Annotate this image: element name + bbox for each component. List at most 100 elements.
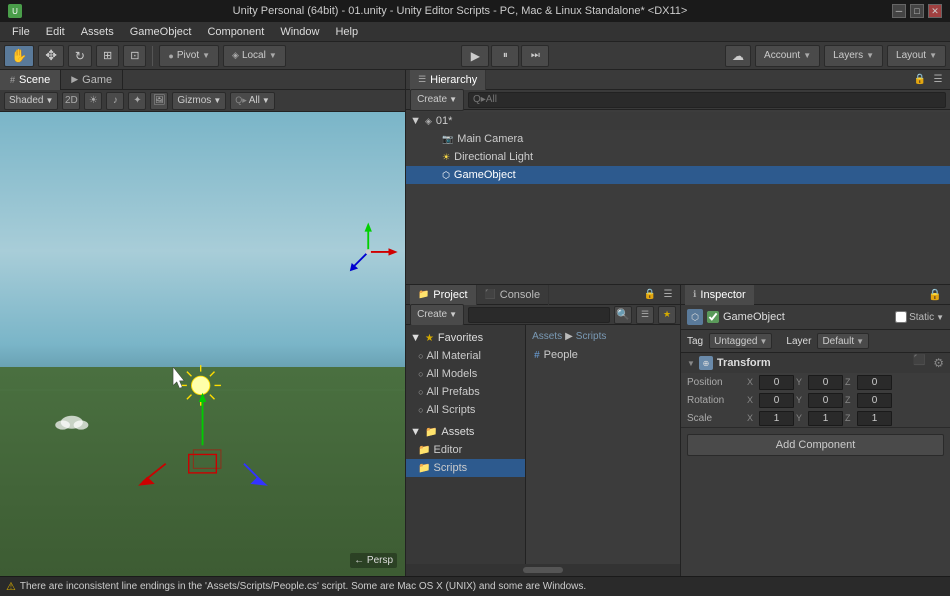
tag-arrow: ▼ (760, 337, 768, 346)
maximize-button[interactable]: □ (910, 4, 924, 18)
scene-viewport[interactable]: ← Persp (0, 112, 405, 576)
static-dropdown-arrow[interactable]: ▼ (936, 313, 944, 322)
pivot-button[interactable]: ● Pivot ▼ (159, 45, 219, 67)
breadcrumb-scripts[interactable]: Scripts (576, 331, 607, 342)
layout-button[interactable]: Layout ▼ (887, 45, 946, 67)
main-content: # Scene ▶ Game Shaded ▼ 2D ☀ ♪ ✦ 🖼 Gizmo… (0, 70, 950, 576)
menu-window[interactable]: Window (272, 24, 327, 40)
fav-pref-label: All Prefabs (427, 386, 480, 398)
project-menu-icon[interactable]: ☰ (660, 287, 676, 303)
lighting-button[interactable]: ☀ (84, 92, 102, 110)
rotation-y-value[interactable]: 0 (808, 393, 843, 408)
tab-inspector[interactable]: ℹ Inspector (685, 285, 754, 305)
fx-button[interactable]: ✦ (128, 92, 146, 110)
local-button[interactable]: ◈ Local ▼ (223, 45, 286, 67)
fav-all-scripts[interactable]: ○ All Scripts (406, 401, 525, 419)
gizmos-arrow: ▼ (213, 96, 221, 105)
rect-tool[interactable]: ⊡ (123, 45, 146, 67)
layer-dropdown[interactable]: Default ▼ (817, 333, 869, 349)
project-tab-label: Project (433, 289, 467, 301)
assets-scripts-item[interactable]: 📁 Scripts (406, 459, 525, 477)
people-file[interactable]: # People (530, 346, 676, 364)
project-search-input[interactable] (468, 307, 610, 323)
menu-help[interactable]: Help (327, 24, 366, 40)
tab-project[interactable]: 📁 Project (410, 285, 476, 305)
hand-tool[interactable]: ✋ (4, 45, 34, 67)
pivot-label: Pivot (177, 50, 199, 61)
all-dropdown[interactable]: Q▸ All ▼ (230, 92, 275, 110)
scale-y-value[interactable]: 1 (808, 411, 843, 426)
position-y-value[interactable]: 0 (808, 375, 843, 390)
scale-z-value[interactable]: 1 (857, 411, 892, 426)
hierarchy-lock-icon[interactable]: 🔒 (912, 72, 928, 88)
hierarchy-directional-light[interactable]: ☀ Directional Light (406, 148, 950, 166)
pivot-arrow: ▼ (202, 51, 210, 60)
scale-x-value[interactable]: 1 (759, 411, 794, 426)
cloud-button[interactable]: ☁ (725, 45, 751, 67)
account-arrow: ▼ (803, 51, 811, 60)
project-create-btn[interactable]: Create ▼ (410, 304, 464, 326)
menu-component[interactable]: Component (199, 24, 272, 40)
rotation-x-value[interactable]: 0 (759, 393, 794, 408)
fav-all-models[interactable]: ○ All Models (406, 365, 525, 383)
sky-button[interactable]: 🖼 (150, 92, 168, 110)
tab-scene[interactable]: # Scene (0, 70, 61, 90)
hierarchy-menu-icon[interactable]: ☰ (930, 72, 946, 88)
transform-header[interactable]: ▼ ⊕ Transform ⬛ ⚙ (681, 353, 950, 373)
position-z-value[interactable]: 0 (857, 375, 892, 390)
tag-dropdown[interactable]: Untagged ▼ (709, 333, 772, 349)
menu-edit[interactable]: Edit (38, 24, 73, 40)
gizmos-label: Gizmos (177, 95, 211, 106)
audio-button[interactable]: ♪ (106, 92, 124, 110)
scale-tool[interactable]: ⊞ (96, 45, 119, 67)
hierarchy-main-camera[interactable]: 📷 Main Camera (406, 130, 950, 148)
add-component-button[interactable]: Add Component (687, 434, 944, 456)
tab-hierarchy[interactable]: ☰ Hierarchy (410, 70, 486, 90)
gizmos-dropdown[interactable]: Gizmos ▼ (172, 92, 226, 110)
assets-editor-item[interactable]: 📁 Editor (406, 441, 525, 459)
pause-button[interactable]: ⏸ (491, 45, 519, 67)
play-button[interactable]: ▶ (461, 45, 489, 67)
step-button[interactable]: ⏭ (521, 45, 549, 67)
position-x-value[interactable]: 0 (759, 375, 794, 390)
layers-button[interactable]: Layers ▼ (824, 45, 883, 67)
editor-folder-icon: 📁 (418, 445, 430, 456)
menu-gameobject[interactable]: GameObject (122, 24, 200, 40)
account-button[interactable]: Account ▼ (755, 45, 820, 67)
2d-button[interactable]: 2D (62, 92, 80, 110)
project-scrollbar-thumb[interactable] (523, 567, 563, 573)
minimize-button[interactable]: ─ (892, 4, 906, 18)
fav-all-material[interactable]: ○ All Material (406, 347, 525, 365)
transform-gear-btn[interactable]: ⚙ (933, 356, 944, 370)
inspector-lock-btn[interactable]: 🔒 (924, 288, 946, 301)
close-button[interactable]: ✕ (928, 4, 942, 18)
gameobject-active-checkbox[interactable] (707, 311, 719, 323)
fav-all-prefabs[interactable]: ○ All Prefabs (406, 383, 525, 401)
move-tool[interactable]: ✥ (38, 45, 64, 67)
rotation-z-value[interactable]: 0 (857, 393, 892, 408)
tab-console[interactable]: ⬛ Console (477, 285, 550, 305)
hierarchy-search-input[interactable] (468, 92, 946, 108)
static-checkbox[interactable] (895, 311, 907, 323)
separator-1 (152, 46, 153, 66)
menu-assets[interactable]: Assets (73, 24, 122, 40)
tab-game[interactable]: ▶ Game (61, 70, 123, 90)
scene-root-item[interactable]: ▼ ◈ 01* (406, 112, 950, 130)
scale-row: Scale X 1 Y 1 Z (681, 409, 950, 427)
window-controls[interactable]: ─ □ ✕ (892, 4, 942, 18)
warning-icon: ⚠ (6, 580, 16, 593)
hierarchy-create-btn[interactable]: Create ▼ (410, 89, 464, 111)
hierarchy-gameobject[interactable]: ⬡ GameObject (406, 166, 950, 184)
filter-icon-btn[interactable]: ☰ (636, 306, 654, 324)
all-arrow: ▼ (262, 96, 270, 105)
star-filter-btn[interactable]: ★ (658, 306, 676, 324)
transform-copy-btn[interactable]: ⬛ (913, 355, 929, 371)
toolbar: ✋ ✥ ↻ ⊞ ⊡ ● Pivot ▼ ◈ Local ▼ ▶ ⏸ ⏭ ☁ Ac… (0, 42, 950, 70)
account-label: Account (764, 50, 800, 61)
breadcrumb-assets[interactable]: Assets (532, 331, 562, 342)
shaded-dropdown[interactable]: Shaded ▼ (4, 92, 58, 110)
rotate-tool[interactable]: ↻ (68, 45, 92, 67)
project-lock-icon[interactable]: 🔒 (642, 287, 658, 303)
search-icon-btn[interactable]: 🔍 (614, 306, 632, 324)
menu-file[interactable]: File (4, 24, 38, 40)
